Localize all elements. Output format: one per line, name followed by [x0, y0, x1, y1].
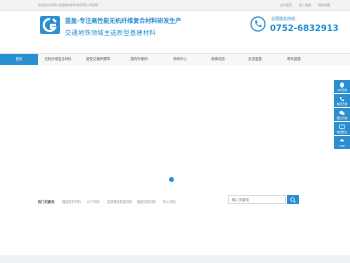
nav-item-research[interactable]: 科研中心 — [160, 54, 200, 65]
keywords-label: 热门关键词： — [38, 200, 58, 204]
message-button[interactable]: 在线留言 — [334, 122, 350, 135]
welcome-text: 欢迎您访问惠州蓝盈新材料科技有限公司官网 — [38, 3, 99, 7]
wechat-consult-button[interactable]: 微信咨询 — [334, 108, 350, 121]
carousel-dot[interactable] — [169, 177, 174, 182]
footer-strip — [0, 255, 350, 263]
nav-item-news[interactable]: 新闻动态 — [200, 54, 236, 65]
brand-title: 蓝盈·专注高性能无机纤维复合材料研发生产 — [65, 18, 182, 25]
search-button[interactable] — [287, 195, 299, 204]
qq-consult-button[interactable]: QQ咨询 — [334, 80, 350, 93]
nav-item-materials[interactable]: 无机纤维复合材料 — [38, 54, 78, 65]
nav-item-about[interactable]: 走进蓝盈 — [236, 54, 274, 65]
nav-item-sound-barrier[interactable]: 新型交通声屏障 — [78, 54, 118, 65]
nav-item-home[interactable]: 首页 — [0, 54, 38, 65]
top-bar: 欢迎您访问惠州蓝盈新材料科技有限公司官网 设为首页 加入收藏 网站地图 — [0, 0, 350, 11]
set-homepage-link[interactable]: 设为首页 — [280, 3, 292, 7]
nav-item-contact[interactable]: 联系蓝盈 — [274, 54, 314, 65]
hero-banner — [0, 65, 350, 195]
phone-consult-label: 电话咨询 — [336, 102, 348, 106]
hotline-label: 全国服务热线： — [271, 16, 299, 21]
wechat-consult-label: 微信咨询 — [336, 116, 348, 120]
search-icon — [290, 196, 296, 203]
add-favorite-link[interactable]: 加入收藏 — [299, 3, 311, 7]
search-input[interactable] — [228, 195, 286, 204]
back-to-top-label: TOP — [339, 144, 345, 148]
back-to-top-button[interactable]: TOP — [334, 136, 350, 149]
keyword-link[interactable]: 隧道防腐材料 — [137, 199, 156, 204]
nav-item-cases[interactable]: 国内外案例 — [118, 54, 160, 65]
sitemap-link[interactable]: 网站地图 — [318, 3, 330, 7]
message-label: 在线留言 — [336, 130, 348, 134]
keyword-link[interactable]: 隧道防护材料 — [62, 199, 81, 204]
keyword-link[interactable]: 高铁隧道防腐材料 — [107, 199, 133, 204]
phone-icon — [250, 16, 266, 32]
top-links: 设为首页 加入收藏 网站地图 — [274, 3, 330, 7]
phone-consult-button[interactable]: 电话咨询 — [334, 94, 350, 107]
company-logo[interactable] — [38, 13, 62, 37]
keyword-link[interactable]: 防火材料 — [163, 199, 176, 204]
qq-consult-label: QQ咨询 — [337, 88, 347, 92]
brand-subtitle: 交通地铁领域主选新型基建材料 — [65, 30, 156, 37]
hotline-number: 0752-6832913 — [270, 24, 339, 34]
keyword-link[interactable]: UCT材料 — [87, 199, 100, 204]
floating-sidebar: QQ咨询 电话咨询 微信咨询 在线留言 TOP — [334, 80, 350, 150]
